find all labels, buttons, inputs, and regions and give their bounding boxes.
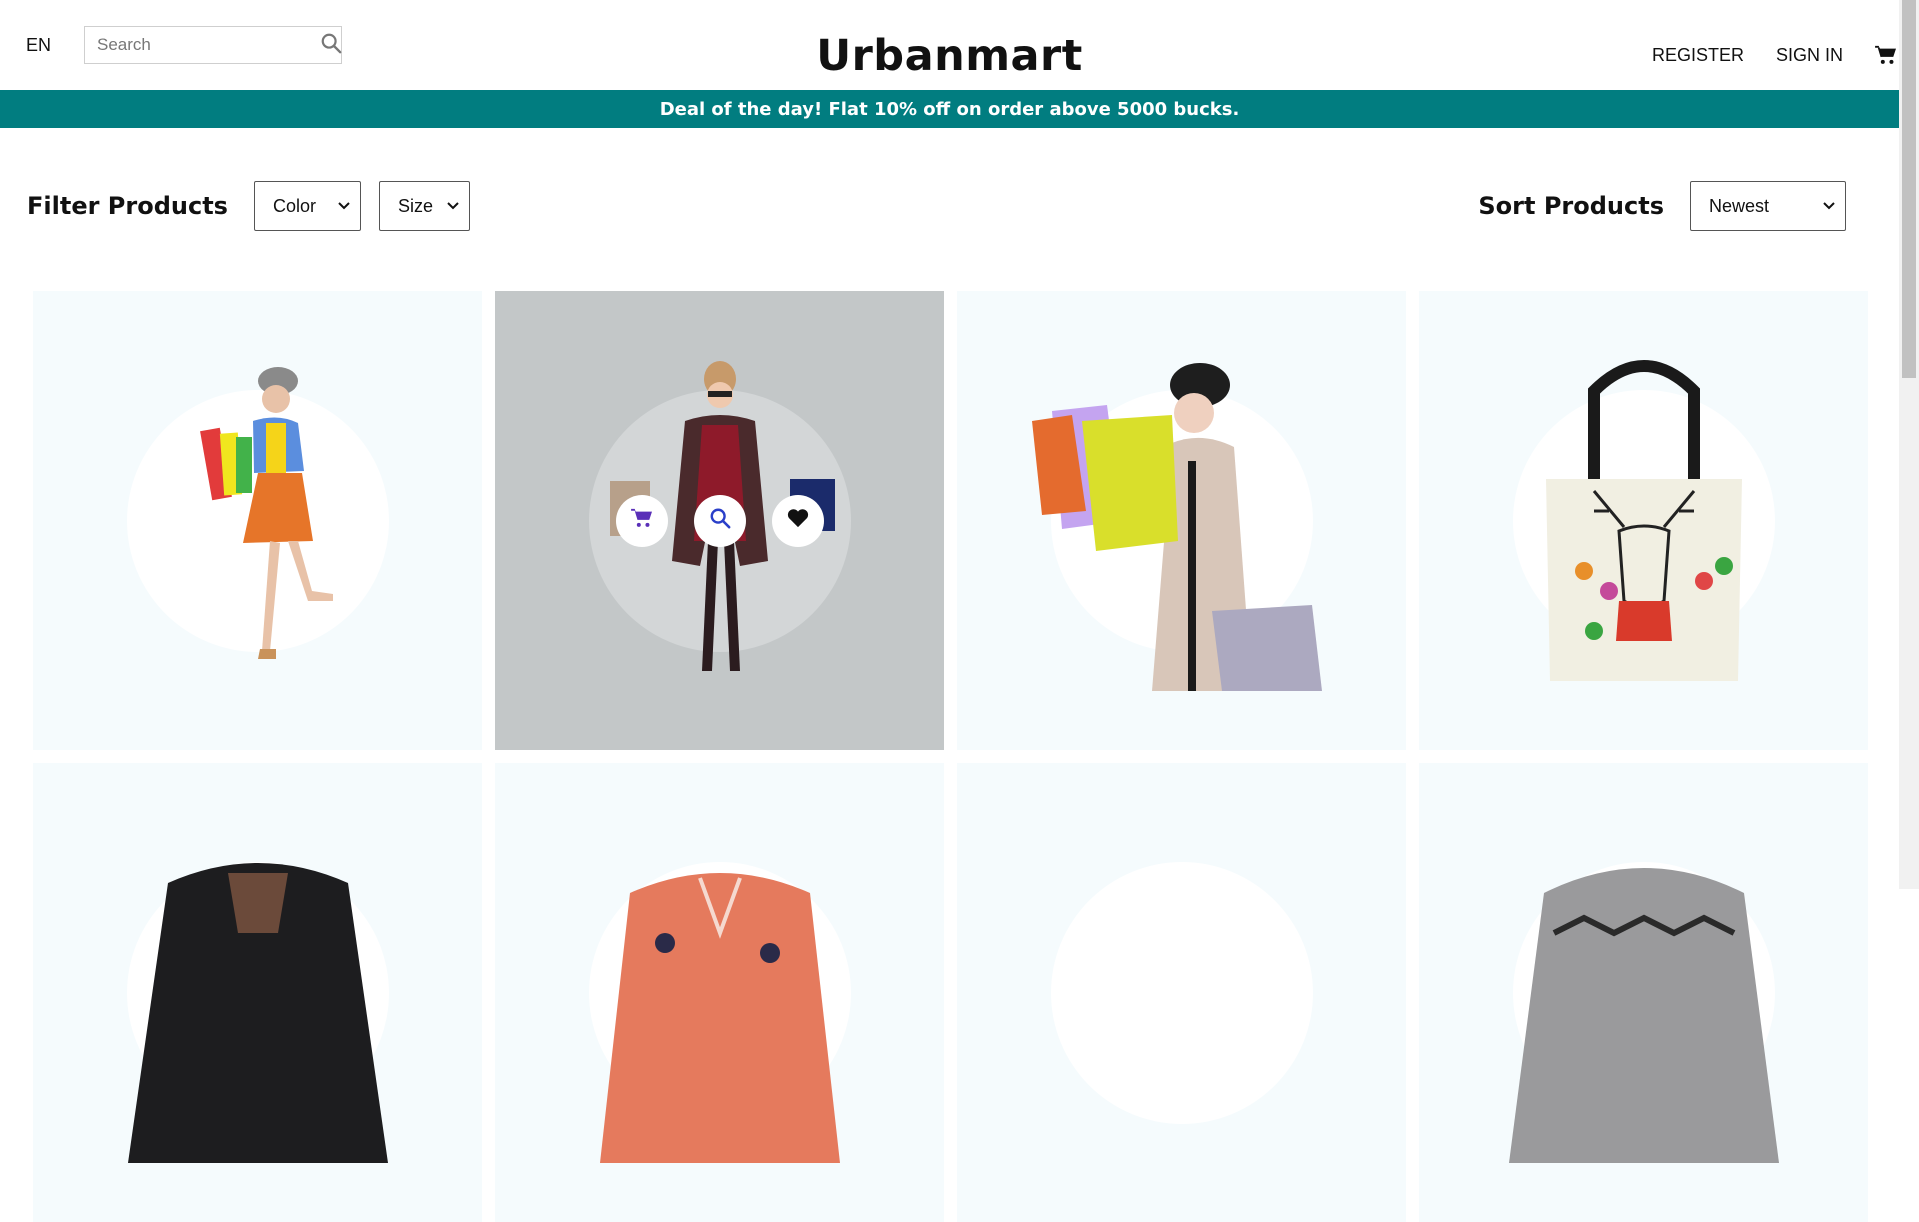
signin-link[interactable]: SIGN IN bbox=[1776, 45, 1843, 66]
chevron-down-icon bbox=[447, 202, 459, 210]
scrollbar[interactable] bbox=[1899, 0, 1919, 889]
wishlist-button[interactable] bbox=[771, 494, 824, 547]
product-card[interactable] bbox=[495, 291, 944, 750]
announcement-text: Deal of the day! Flat 10% off on order a… bbox=[659, 98, 1240, 120]
sort-select[interactable]: Newest bbox=[1690, 181, 1846, 231]
sort-select-value: Newest bbox=[1709, 195, 1770, 216]
register-link[interactable]: REGISTER bbox=[1652, 45, 1744, 66]
product-image bbox=[1545, 359, 1742, 681]
product-card[interactable] bbox=[495, 763, 944, 1222]
size-select-value: Size bbox=[397, 195, 433, 216]
filter-group: Filter Products Color Size bbox=[27, 181, 488, 231]
quick-view-button[interactable] bbox=[693, 494, 746, 547]
heart-icon bbox=[787, 508, 809, 533]
color-select-value: Color bbox=[272, 195, 316, 216]
product-image bbox=[127, 862, 388, 1163]
scrollbar-thumb[interactable] bbox=[1902, 0, 1916, 378]
search-input[interactable] bbox=[95, 34, 321, 56]
product-card[interactable] bbox=[33, 763, 482, 1222]
product-image bbox=[199, 366, 333, 659]
size-select[interactable]: Size bbox=[378, 181, 470, 231]
product-image bbox=[1508, 867, 1779, 1163]
add-to-cart-button[interactable] bbox=[615, 494, 668, 547]
filter-bar: Filter Products Color Size Sort Products… bbox=[0, 128, 1899, 278]
color-select[interactable]: Color bbox=[253, 181, 361, 231]
chevron-down-icon bbox=[1823, 202, 1835, 210]
sort-group: Sort Products Newest bbox=[1478, 181, 1846, 231]
language-label[interactable]: EN bbox=[26, 35, 51, 56]
product-image bbox=[599, 872, 840, 1163]
filter-title: Filter Products bbox=[27, 192, 228, 220]
product-image bbox=[1031, 362, 1322, 691]
search-icon bbox=[709, 507, 731, 534]
product-grid bbox=[33, 291, 1868, 1222]
product-card[interactable] bbox=[957, 291, 1406, 750]
product-circle bbox=[1050, 861, 1313, 1124]
product-card[interactable] bbox=[33, 291, 482, 750]
chevron-down-icon bbox=[338, 202, 350, 210]
cart-icon[interactable] bbox=[1875, 45, 1897, 65]
logo-text[interactable]: Urbanmart bbox=[816, 31, 1083, 81]
search-icon[interactable] bbox=[320, 32, 342, 59]
cart-icon bbox=[630, 508, 653, 533]
product-card[interactable] bbox=[1419, 291, 1868, 750]
search-box[interactable] bbox=[84, 26, 343, 64]
navbar-left: EN bbox=[26, 0, 343, 90]
announcement-bar: Deal of the day! Flat 10% off on order a… bbox=[0, 90, 1899, 128]
navbar: EN Urbanmart REGISTER SIGN IN bbox=[0, 0, 1899, 90]
product-card[interactable] bbox=[1419, 763, 1868, 1222]
product-actions bbox=[495, 291, 944, 750]
sort-title: Sort Products bbox=[1478, 192, 1664, 220]
product-card[interactable] bbox=[957, 763, 1406, 1222]
